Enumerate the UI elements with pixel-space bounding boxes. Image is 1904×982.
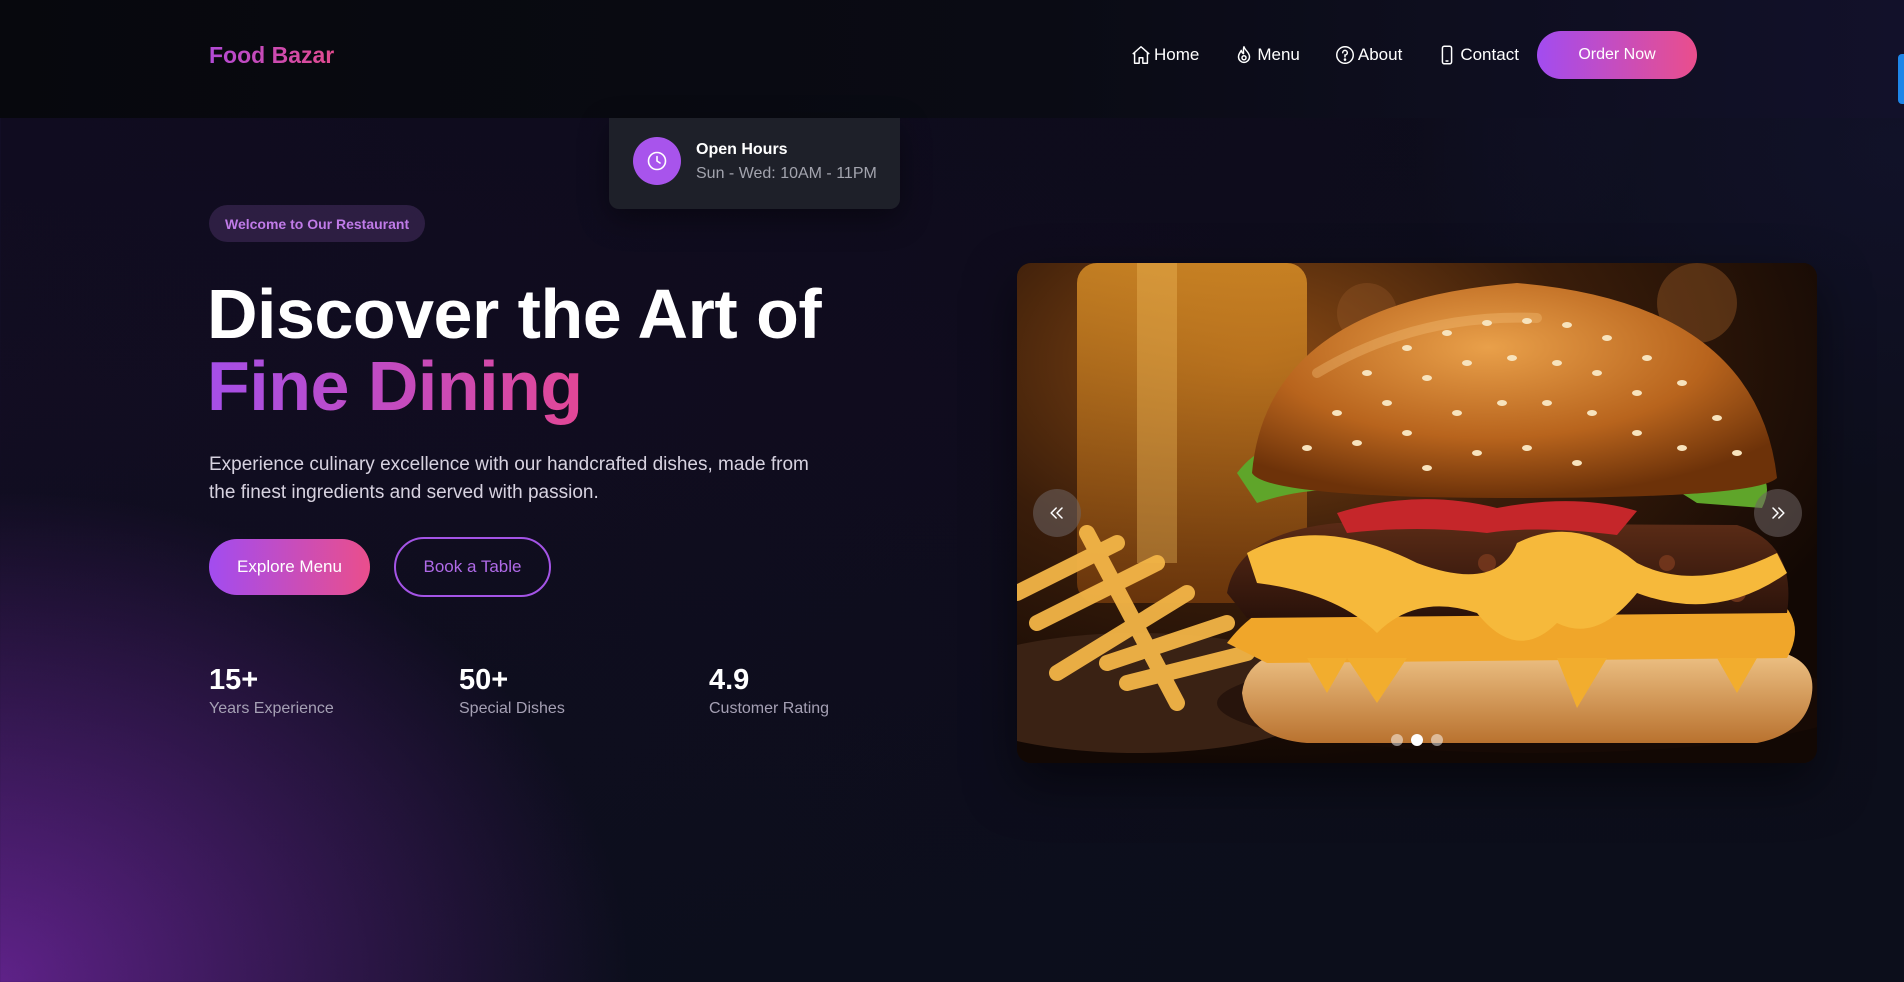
fire-icon <box>1238 46 1251 63</box>
chevrons-left-icon <box>1050 507 1063 519</box>
nav-label: Menu <box>1257 45 1300 64</box>
nav-item-contact[interactable]: Contact <box>1436 44 1519 66</box>
open-hours-text: Sun - Wed: 10AM - 11PM <box>696 165 877 182</box>
order-now-button[interactable]: Order Now <box>1537 31 1697 79</box>
open-hours-title: Open Hours <box>696 141 788 158</box>
slider-dot-1[interactable] <box>1391 734 1403 746</box>
slider-dots <box>1391 734 1451 746</box>
nav-label: About <box>1357 45 1403 64</box>
nav-item-menu[interactable]: Menu <box>1233 44 1300 66</box>
slider-next-button[interactable] <box>1754 489 1802 537</box>
home-icon <box>1132 46 1150 64</box>
burger-photo <box>1017 263 1817 763</box>
explore-menu-button[interactable]: Explore Menu <box>209 539 370 595</box>
main-nav: Home Menu About Contact <box>1130 44 1553 66</box>
book-table-button[interactable]: Book a Table <box>394 537 551 597</box>
nav-label: Contact <box>1460 45 1519 64</box>
slider-dot-3[interactable] <box>1431 734 1443 746</box>
nav-label: Home <box>1154 45 1200 64</box>
stat-label: Special Dishes <box>459 700 565 717</box>
stat-value: 50+ <box>459 664 509 696</box>
nav-item-home[interactable]: Home <box>1130 44 1199 66</box>
site-header: Food Bazar Home Menu About Contact Order… <box>0 0 1904 118</box>
hero-title: Discover the Art of <box>207 275 822 353</box>
stat-label: Customer Rating <box>709 700 830 717</box>
slider-dot-2[interactable] <box>1411 734 1423 746</box>
stat-years: 15+ Years Experience <box>209 664 334 718</box>
question-icon <box>1335 46 1354 64</box>
phone-icon <box>1442 45 1453 65</box>
clock-icon <box>633 137 681 185</box>
hero-image-slider[interactable] <box>1017 263 1817 763</box>
stat-rating: 4.9 Customer Rating <box>709 664 829 718</box>
stat-value: 15+ <box>209 664 259 696</box>
nav-item-about[interactable]: About <box>1334 44 1402 66</box>
chevrons-right-icon <box>1772 507 1785 519</box>
hero-title-highlight: Fine Dining <box>207 347 583 425</box>
side-edge-tab[interactable] <box>1898 54 1904 104</box>
welcome-badge: Welcome to Our Restaurant <box>209 205 426 242</box>
stat-dishes: 50+ Special Dishes <box>459 664 565 718</box>
stat-label: Years Experience <box>209 700 334 717</box>
brand-logo[interactable]: Food Bazar <box>209 42 334 69</box>
stat-value: 4.9 <box>709 664 750 696</box>
open-hours-card: Open Hours Sun - Wed: 10AM - 11PM <box>609 118 900 209</box>
slider-prev-button[interactable] <box>1033 489 1081 537</box>
hero-description: Experience culinary excellence with our … <box>209 454 809 503</box>
